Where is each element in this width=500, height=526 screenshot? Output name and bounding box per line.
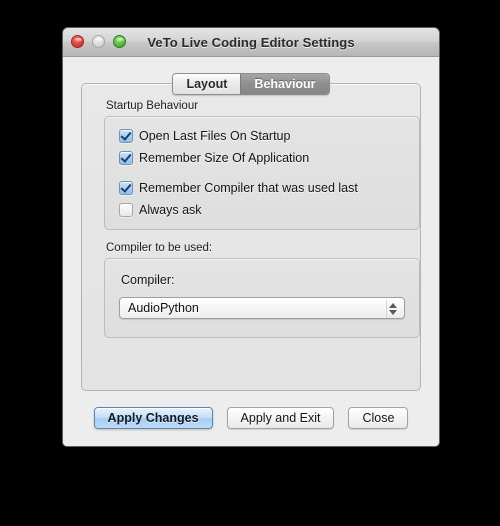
checkbox-label: Remember Size Of Application — [139, 151, 310, 165]
tab-panel-behaviour: Startup Behaviour Open Last Files On Sta… — [81, 83, 421, 391]
checkbox-remember-size[interactable]: Remember Size Of Application — [119, 151, 309, 165]
tab-group: Layout Behaviour — [172, 73, 330, 95]
chevron-up-icon — [389, 303, 397, 308]
tab-bar: Layout Behaviour — [63, 73, 439, 95]
startup-behaviour-groupbox: Open Last Files On Startup Remember Size… — [104, 116, 420, 230]
checkbox-label: Remember Compiler that was used last — [139, 181, 358, 195]
stepper-arrows-icon[interactable] — [386, 300, 399, 318]
settings-window: VeTo Live Coding Editor Settings Layout … — [62, 27, 440, 447]
checkbox-label: Open Last Files On Startup — [139, 129, 291, 143]
compiler-caption: Compiler: — [121, 273, 175, 287]
dialog-button-bar: Apply Changes Apply and Exit Close — [63, 407, 439, 429]
compiler-selected-value: AudioPython — [128, 301, 199, 315]
zoom-button[interactable] — [113, 35, 126, 48]
compiler-select[interactable]: AudioPython — [119, 297, 405, 319]
checkbox-unchecked-icon[interactable] — [119, 203, 133, 217]
checkbox-checked-icon[interactable] — [119, 151, 133, 165]
minimize-button[interactable] — [92, 35, 105, 48]
apply-and-exit-button[interactable]: Apply and Exit — [226, 407, 335, 429]
checkbox-checked-icon[interactable] — [119, 181, 133, 195]
apply-changes-button[interactable]: Apply Changes — [93, 407, 213, 429]
checkbox-remember-compiler[interactable]: Remember Compiler that was used last — [119, 181, 358, 195]
window-body: Layout Behaviour Startup Behaviour Open … — [63, 57, 439, 446]
tab-layout[interactable]: Layout — [173, 74, 241, 94]
chevron-down-icon — [389, 310, 397, 315]
checkbox-always-ask[interactable]: Always ask — [119, 203, 202, 217]
checkbox-label: Always ask — [139, 203, 202, 217]
checkbox-open-last-files[interactable]: Open Last Files On Startup — [119, 129, 290, 143]
tab-behaviour[interactable]: Behaviour — [240, 74, 329, 94]
window-controls — [71, 35, 126, 48]
close-button[interactable] — [71, 35, 84, 48]
compiler-groupbox: Compiler: AudioPython — [104, 258, 420, 338]
compiler-group-label: Compiler to be used: — [106, 242, 213, 254]
startup-group-label: Startup Behaviour — [106, 100, 199, 112]
checkbox-checked-icon[interactable] — [119, 129, 133, 143]
window-titlebar: VeTo Live Coding Editor Settings — [63, 28, 439, 57]
close-dialog-button[interactable]: Close — [348, 407, 409, 429]
